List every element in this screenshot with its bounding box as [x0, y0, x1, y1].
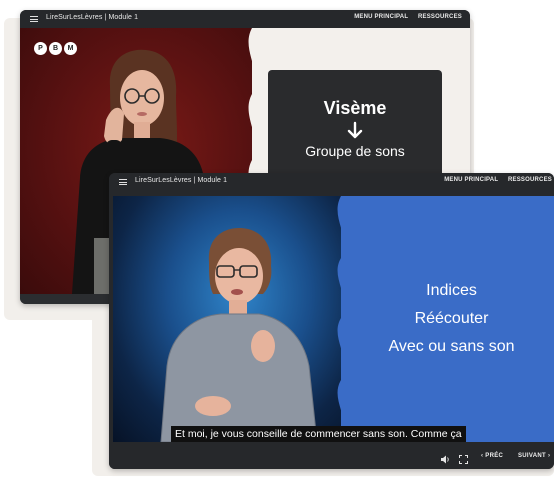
video-area[interactable]	[113, 196, 341, 442]
top-nav: MENU PRINCIPAL RESSOURCES	[346, 14, 462, 20]
nav-resources[interactable]: RESSOURCES	[418, 14, 462, 20]
lesson-window-front: LireSurLesLèvres | Module 1 MENU PRINCIP…	[109, 173, 554, 469]
speaker-icon[interactable]	[440, 451, 450, 469]
player-controls: ‹ PRÉC SUIVANT ›	[109, 443, 554, 469]
app-title: LireSurLesLèvres | Module 1	[135, 177, 228, 184]
option-reecouter[interactable]: Réécouter	[359, 305, 544, 333]
logo-letter-b: B	[49, 42, 62, 55]
wave-divider	[337, 196, 353, 442]
logo-letter-p: P	[34, 42, 47, 55]
nav-main-menu[interactable]: MENU PRINCIPAL	[354, 14, 408, 20]
top-bar: LireSurLesLèvres | Module 1 MENU PRINCIP…	[109, 173, 554, 193]
option-indices[interactable]: Indices	[359, 277, 544, 305]
nav-resources[interactable]: RESSOURCES	[508, 177, 552, 183]
top-bar: LireSurLesLèvres | Module 1 MENU PRINCIP…	[20, 10, 470, 28]
video-subtitle: Et moi, je vous conseille de commencer s…	[171, 426, 466, 442]
top-nav: MENU PRINCIPAL RESSOURCES	[436, 177, 552, 183]
instructor-video-figure	[160, 228, 318, 442]
previous-button[interactable]: ‹ PRÉC	[481, 453, 503, 459]
hamburger-menu-icon[interactable]	[30, 16, 38, 22]
option-avec-ou-sans-son[interactable]: Avec ou sans son	[359, 333, 544, 361]
nav-main-menu[interactable]: MENU PRINCIPAL	[444, 177, 498, 183]
previous-label: PRÉC	[485, 453, 504, 459]
pbm-logo: P B M	[34, 42, 77, 55]
fullscreen-icon[interactable]	[459, 451, 468, 469]
next-label: SUIVANT	[518, 453, 546, 459]
arrow-down-icon	[268, 121, 442, 141]
hamburger-menu-icon[interactable]	[119, 179, 127, 185]
chevron-right-icon: ›	[546, 453, 551, 459]
logo-letter-m: M	[64, 42, 77, 55]
card-heading: Visème	[323, 98, 387, 118]
next-button[interactable]: SUIVANT ›	[518, 453, 550, 459]
overlay-options: Indices Réécouter Avec ou sans son	[359, 277, 544, 361]
card-subheading: Groupe de sons	[305, 143, 405, 159]
app-title: LireSurLesLèvres | Module 1	[46, 14, 139, 21]
